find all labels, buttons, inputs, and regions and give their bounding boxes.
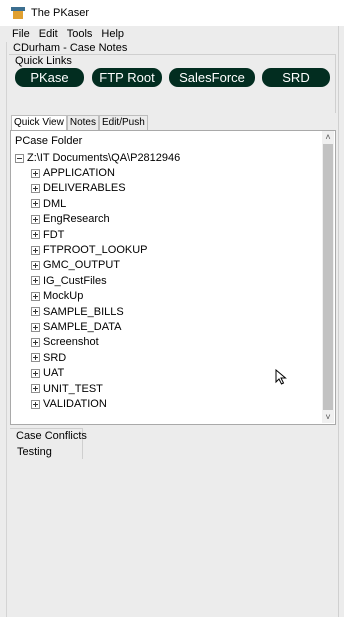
case-title: CDurham - Case Notes xyxy=(13,42,128,54)
tree-item[interactable]: FTPROOT_LOOKUP xyxy=(31,243,148,257)
folder-header: PCase Folder xyxy=(15,135,83,147)
tab-notes[interactable]: Notes xyxy=(66,115,99,130)
tree-item-label: GMC_OUTPUT xyxy=(43,259,120,272)
tab-edit-push[interactable]: Edit/Push xyxy=(98,115,148,130)
window-title: The PKaser xyxy=(31,7,90,19)
salesforce-button[interactable]: SalesForce xyxy=(169,68,255,87)
tab-bar: Quick View Notes Edit/Push xyxy=(11,115,148,131)
minus-box-icon[interactable] xyxy=(15,153,24,163)
plus-box-icon[interactable] xyxy=(31,384,40,394)
vertical-scrollbar[interactable]: ˄ ˅ xyxy=(322,131,334,423)
tree-item-label: SRD xyxy=(43,351,67,364)
tree-item[interactable]: SAMPLE_DATA xyxy=(31,320,121,334)
window-right-border xyxy=(338,0,339,617)
tree-item[interactable]: UNIT_TEST xyxy=(31,382,103,396)
tree-item[interactable]: DELIVERABLES xyxy=(31,181,126,195)
tree-item[interactable]: MockUp xyxy=(31,289,83,303)
case-conflict-item[interactable]: Testing xyxy=(17,446,52,458)
chevron-up-icon[interactable]: ˄ xyxy=(322,131,334,143)
menu-tools[interactable]: Tools xyxy=(67,28,93,40)
tree-item-label: VALIDATION xyxy=(43,398,107,410)
tree-item-label: FTPROOT_LOOKUP xyxy=(43,244,148,256)
tree-item[interactable]: VALIDATION xyxy=(31,397,107,411)
plus-box-icon[interactable] xyxy=(31,183,40,193)
tree-item[interactable]: FDT xyxy=(31,228,64,242)
plus-box-icon[interactable] xyxy=(31,260,40,270)
title-bar: The PKaser xyxy=(0,0,344,26)
tree-item[interactable]: DML xyxy=(31,197,66,211)
tree-root[interactable]: Z:\IT Documents\QA\P2812946 xyxy=(15,152,180,164)
case-conflicts-label: Case Conflicts xyxy=(16,430,87,442)
ftp-root-button[interactable]: FTP Root xyxy=(92,68,162,87)
quick-view-panel: PCase Folder Z:\IT Documents\QA\P2812946… xyxy=(10,130,336,425)
plus-box-icon[interactable] xyxy=(31,307,40,317)
tree-item-label: MockUp xyxy=(43,290,84,303)
plus-box-icon[interactable] xyxy=(31,291,40,301)
tree-item[interactable]: APPLICATION xyxy=(31,166,115,180)
plus-box-icon[interactable] xyxy=(31,214,40,224)
menu-file[interactable]: File xyxy=(12,28,30,40)
tree-item-label: APPLICATION xyxy=(43,167,115,179)
plus-box-icon[interactable] xyxy=(31,245,40,255)
tab-quick-view[interactable]: Quick View xyxy=(11,115,67,131)
chevron-down-icon[interactable]: ˅ xyxy=(322,411,334,423)
menu-help[interactable]: Help xyxy=(101,28,124,40)
plus-box-icon[interactable] xyxy=(31,368,40,378)
quick-links-label: Quick Links xyxy=(15,55,72,67)
plus-box-icon[interactable] xyxy=(31,353,40,363)
tree-item[interactable]: SAMPLE_BILLS xyxy=(31,305,124,319)
plus-box-icon[interactable] xyxy=(31,276,40,286)
tree-item[interactable]: EngResearch xyxy=(31,212,110,226)
tree-item-label: SAMPLE_BILLS xyxy=(43,305,124,318)
pkase-button[interactable]: PKase xyxy=(15,68,84,87)
scrollbar-thumb[interactable] xyxy=(323,144,333,410)
menu-edit[interactable]: Edit xyxy=(39,28,58,40)
tree-item-label: Screenshot xyxy=(43,336,99,349)
tree-item-label: DELIVERABLES xyxy=(43,182,126,195)
tree-item-label: IG_CustFiles xyxy=(43,274,107,287)
plus-box-icon[interactable] xyxy=(31,337,40,347)
plus-box-icon[interactable] xyxy=(31,168,40,178)
tree-item-label: FDT xyxy=(43,228,65,241)
plus-box-icon[interactable] xyxy=(31,322,40,332)
tree-item[interactable]: Screenshot xyxy=(31,335,99,349)
plus-box-icon[interactable] xyxy=(31,230,40,240)
tree-item[interactable]: UAT xyxy=(31,366,64,380)
tree-root-label: Z:\IT Documents\QA\P2812946 xyxy=(27,152,181,164)
tree-item-label: SAMPLE_DATA xyxy=(43,321,122,333)
tree-item[interactable]: IG_CustFiles xyxy=(31,274,107,288)
tree-item-label: UAT xyxy=(43,367,65,380)
tree-item[interactable]: GMC_OUTPUT xyxy=(31,258,120,272)
tree-item-label: EngResearch xyxy=(43,213,110,226)
mouse-pointer-icon xyxy=(275,369,287,385)
tree-item[interactable]: SRD xyxy=(31,351,66,365)
plus-box-icon[interactable] xyxy=(31,199,40,209)
srd-button[interactable]: SRD xyxy=(262,68,330,87)
app-icon xyxy=(11,7,25,19)
plus-box-icon[interactable] xyxy=(31,399,40,409)
menu-bar: File Edit Tools Help xyxy=(0,26,133,41)
tree-item-label: DML xyxy=(43,197,67,210)
window-left-border xyxy=(6,42,7,617)
tree-item-label: UNIT_TEST xyxy=(43,382,103,395)
